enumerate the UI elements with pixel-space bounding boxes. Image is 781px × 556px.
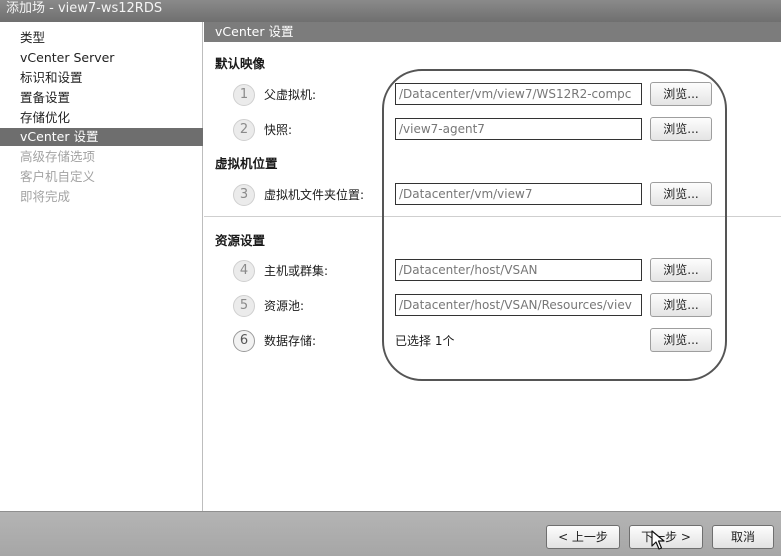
back-button[interactable]: < 上一步 xyxy=(546,525,620,549)
sidebar-item-type[interactable]: 类型 xyxy=(0,29,203,47)
page-title: vCenter 设置 xyxy=(204,22,781,42)
datastore-browse-button[interactable]: 浏览... xyxy=(650,328,712,352)
vm-folder-label: 虚拟机文件夹位置: xyxy=(264,188,365,202)
sidebar-item-provisioning-settings[interactable]: 置备设置 xyxy=(0,89,203,107)
step-number-5: 5 xyxy=(233,295,255,317)
sidebar-item-guest-customization: 客户机自定义 xyxy=(20,169,96,184)
wizard-footer: < 上一步 下一步 > 取消 xyxy=(0,511,781,556)
datastore-selected-count: 已选择 1个 xyxy=(395,334,455,348)
main-panel: vCenter 设置 默认映像 1 父虚拟机: /Datacenter/vm/v… xyxy=(204,22,781,511)
vm-folder-input[interactable]: /Datacenter/vm/view7 xyxy=(395,183,642,205)
step-number-3: 3 xyxy=(233,184,255,206)
vm-folder-browse-button[interactable]: 浏览... xyxy=(650,182,712,206)
snapshot-label: 快照: xyxy=(264,123,293,137)
section-vm-location: 虚拟机位置 xyxy=(215,156,278,171)
sidebar-item-ready-to-complete: 即将完成 xyxy=(20,189,71,204)
section-default-image: 默认映像 xyxy=(215,56,266,71)
wizard-sidebar: 类型 vCenter Server 标识和设置 置备设置 存储优化 vCente… xyxy=(0,22,203,511)
sidebar-item-storage-optimization[interactable]: 存储优化 xyxy=(0,109,203,127)
sidebar-item-identity-settings[interactable]: 标识和设置 xyxy=(0,69,203,87)
parent-vm-input[interactable]: /Datacenter/vm/view7/WS12R2-compc xyxy=(395,83,642,105)
next-button[interactable]: 下一步 > xyxy=(629,525,703,549)
snapshot-browse-button[interactable]: 浏览... xyxy=(650,117,712,141)
parent-vm-label: 父虚拟机: xyxy=(264,88,317,102)
cancel-button[interactable]: 取消 xyxy=(712,525,774,549)
section-resource-settings: 资源设置 xyxy=(215,233,266,248)
sidebar-item-vcenter-settings[interactable]: vCenter 设置 xyxy=(0,128,203,146)
section-divider xyxy=(204,216,781,217)
datastore-label: 数据存储: xyxy=(264,334,317,348)
host-cluster-label: 主机或群集: xyxy=(264,264,329,278)
step-number-2: 2 xyxy=(233,119,255,141)
resource-pool-label: 资源池: xyxy=(264,299,305,313)
resource-pool-browse-button[interactable]: 浏览... xyxy=(650,293,712,317)
resource-pool-input[interactable]: /Datacenter/host/VSAN/Resources/viev xyxy=(395,294,642,316)
parent-vm-browse-button[interactable]: 浏览... xyxy=(650,82,712,106)
host-cluster-browse-button[interactable]: 浏览... xyxy=(650,258,712,282)
host-cluster-input[interactable]: /Datacenter/host/VSAN xyxy=(395,259,642,281)
step-number-1: 1 xyxy=(233,84,255,106)
snapshot-input[interactable]: /view7-agent7 xyxy=(395,118,642,140)
step-number-4: 4 xyxy=(233,260,255,282)
window-title: 添加场 - view7-ws12RDS xyxy=(0,0,781,22)
sidebar-item-vcenter-server[interactable]: vCenter Server xyxy=(0,49,203,67)
sidebar-item-advanced-storage: 高级存储选项 xyxy=(20,149,96,164)
step-number-6: 6 xyxy=(233,330,255,352)
